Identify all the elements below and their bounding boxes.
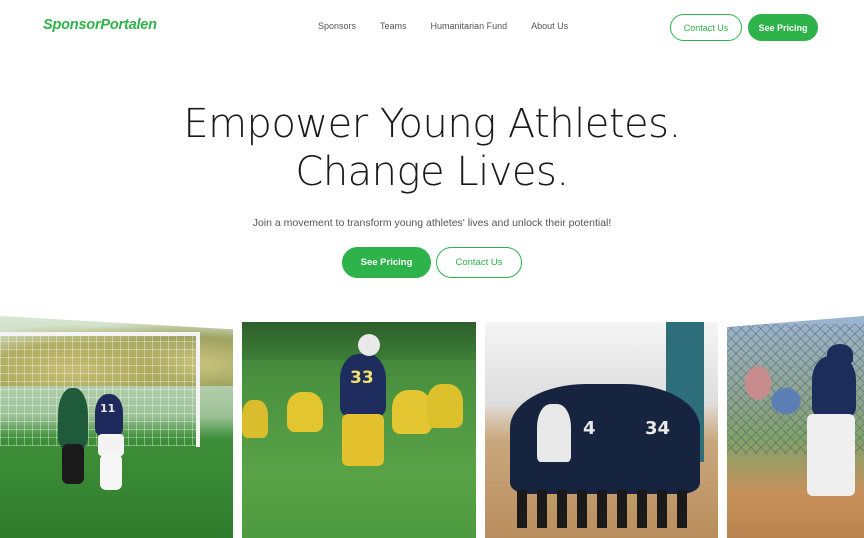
baseball-photo: [727, 316, 864, 538]
photo-gallery: 11 33 4 34: [0, 308, 864, 538]
hero-title-line-1: Empower Young Athletes.: [183, 101, 681, 147]
soccer-player-navy: [95, 394, 123, 436]
soccer-player-navy-shorts: [98, 434, 124, 456]
nav-link-teams[interactable]: Teams: [380, 21, 407, 31]
hero-contact-button[interactable]: Contact Us: [436, 247, 522, 278]
football-helmet: [358, 334, 380, 356]
baseball-batter-helmet: [827, 344, 853, 364]
football-player-yellow-4: [242, 400, 268, 438]
soccer-player-navy-legs: [100, 454, 122, 490]
football-player-yellow-2: [392, 390, 432, 434]
hero-title: Empower Young Athletes. Change Lives.: [0, 100, 864, 196]
football-jersey-number: 33: [350, 368, 374, 388]
football-player-yellow-3: [427, 384, 463, 428]
nav-link-sponsors[interactable]: Sponsors: [318, 21, 356, 31]
basketball-jersey-number-2: 34: [645, 418, 671, 439]
hero-pricing-button[interactable]: See Pricing: [342, 247, 431, 278]
top-navigation: SponsorPortalen Sponsors Teams Humanitar…: [0, 0, 864, 56]
logo-text: SponsorPortalen: [43, 17, 157, 33]
baseball-batter-pants: [807, 414, 855, 496]
football-photo: 33: [242, 322, 476, 538]
football-player-navy-legs: [342, 414, 384, 466]
hero-title-line-2: Change Lives.: [295, 149, 569, 195]
main-menu: Sponsors Teams Humanitarian Fund About U…: [318, 21, 592, 31]
spectators: [737, 356, 807, 446]
logo[interactable]: SponsorPortalen: [43, 17, 157, 33]
basketball-photo: 4 34: [485, 322, 718, 538]
nav-pricing-button[interactable]: See Pricing: [748, 14, 818, 41]
soccer-player-green-legs: [62, 444, 84, 484]
basketball-player-white-shirt: [537, 404, 571, 462]
football-player-yellow-1: [287, 392, 323, 432]
basketball-jersey-number-1: 4: [583, 418, 596, 439]
nav-link-about-us[interactable]: About Us: [531, 21, 568, 31]
baseball-batter: [812, 356, 856, 416]
soccer-jersey-number: 11: [100, 402, 116, 415]
nav-link-humanitarian-fund[interactable]: Humanitarian Fund: [431, 21, 508, 31]
nav-contact-button[interactable]: Contact Us: [670, 14, 742, 41]
hero-subtitle: Join a movement to transform young athle…: [252, 217, 612, 229]
soccer-player-green: [58, 388, 88, 448]
soccer-photo: 11: [0, 316, 233, 538]
basketball-huddle-legs: [517, 490, 687, 528]
